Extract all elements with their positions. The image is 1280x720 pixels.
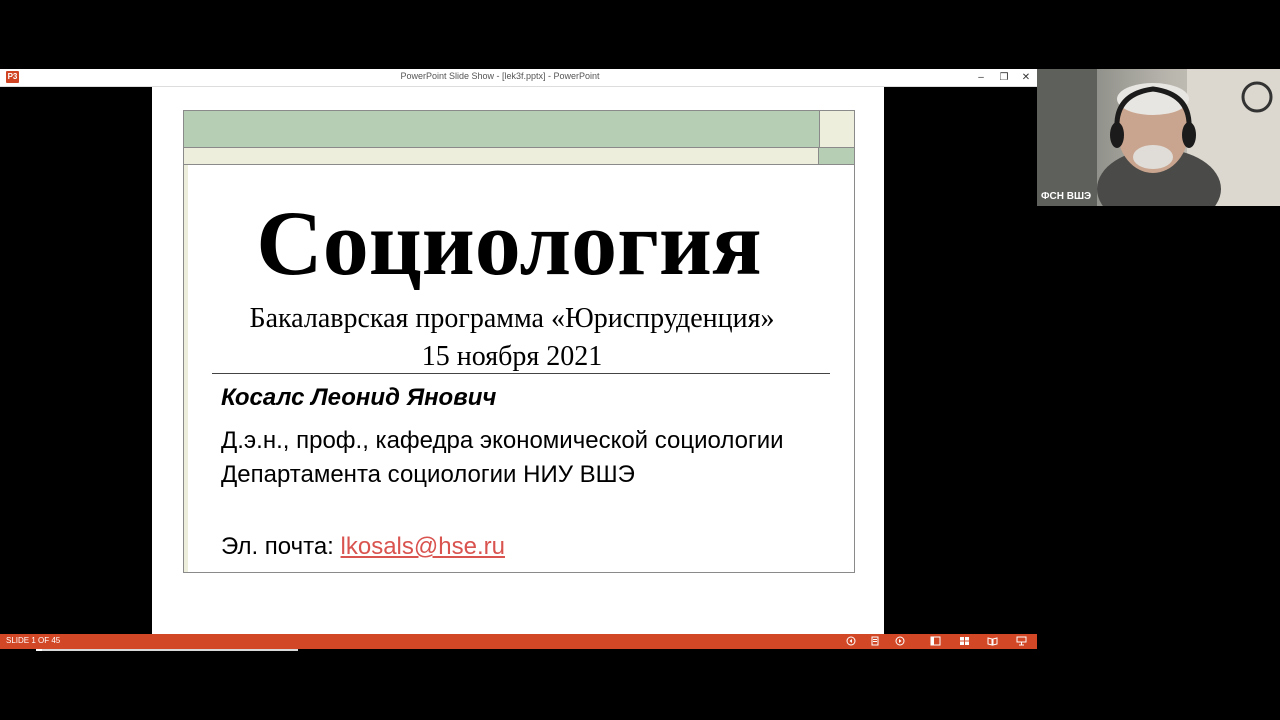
decor-bar-middle <box>184 148 819 165</box>
decor-block-top-right <box>820 111 854 148</box>
participant-name: ФСН ВШЭ <box>1041 191 1092 202</box>
decor-block-middle-right <box>819 148 854 165</box>
subtitle-date: 15 ноября 2021 <box>421 341 603 372</box>
slide-divider <box>212 373 830 374</box>
author-name: Косалс Леонид Янович <box>221 384 497 411</box>
slideshow-icon[interactable] <box>1015 636 1027 647</box>
email-link[interactable]: lkosals@hse.ru <box>341 533 505 560</box>
webcam-person-image <box>1037 69 1280 206</box>
notes-icon[interactable] <box>869 636 881 647</box>
restore-button[interactable]: ❐ <box>993 69 1015 86</box>
window-titlebar: P3 PowerPoint Slide Show - [lek3f.pptx] … <box>0 69 1037 87</box>
subtitle-program: Бакалаврская программа «Юриспруденция» <box>249 303 775 334</box>
slide-progress-bar <box>36 649 298 651</box>
close-button[interactable]: ✕ <box>1015 69 1037 86</box>
decor-bar-top <box>184 111 820 148</box>
slide-progress-fill <box>36 649 42 651</box>
window-title: PowerPoint Slide Show - [lek3f.pptx] - P… <box>400 71 600 81</box>
email-label: Эл. почта: <box>221 533 341 560</box>
email-row: Эл. почта: lkosals@hse.ru <box>221 533 505 561</box>
minimize-button[interactable]: – <box>970 69 992 86</box>
author-affiliation: Д.э.н., проф., кафедра экономической соц… <box>221 427 784 488</box>
previous-icon[interactable] <box>845 636 857 647</box>
slide-title: Социология <box>256 192 762 294</box>
slideshow-statusbar: SLIDE 1 OF 45 <box>0 634 1037 649</box>
next-icon[interactable] <box>894 636 906 647</box>
reading-view-icon[interactable] <box>986 636 998 647</box>
slide-subtitle: Бакалаврская программа «Юриспруденция» 1… <box>200 300 824 376</box>
normal-view-icon[interactable] <box>929 636 941 647</box>
webcam-video[interactable]: ФСН ВШЭ <box>1037 69 1280 206</box>
slide-sorter-icon[interactable] <box>958 636 970 647</box>
slide-counter: SLIDE 1 OF 45 <box>6 636 61 645</box>
